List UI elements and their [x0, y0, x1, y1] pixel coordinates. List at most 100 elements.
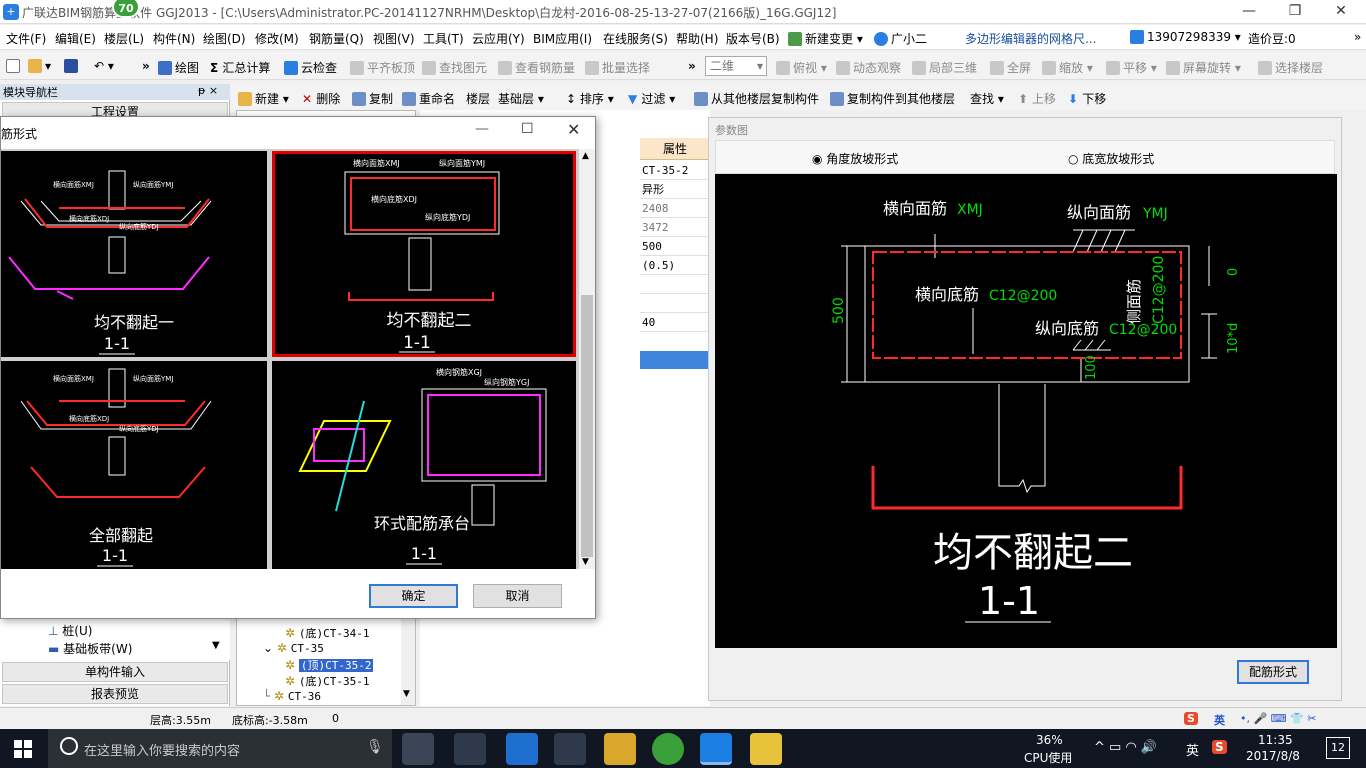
- dialog-scrollbar[interactable]: ▲ ▼: [579, 149, 595, 569]
- save-icon[interactable]: [64, 59, 81, 73]
- rename-button[interactable]: 重命名: [402, 90, 455, 107]
- menu-help[interactable]: 帮助(H): [676, 30, 718, 47]
- minimize-button[interactable]: —: [1226, 0, 1272, 24]
- menu-edit[interactable]: 编辑(E): [55, 30, 96, 47]
- prop-cover[interactable]: 40: [640, 313, 710, 332]
- new-file-icon[interactable]: [6, 59, 23, 73]
- cancel-button[interactable]: 取消: [473, 584, 562, 608]
- find-element-button[interactable]: 查找图元: [422, 59, 487, 76]
- option-cell-2-selected[interactable]: 横向面筋XMJ 纵向面筋YMJ 横向底筋XDJ 纵向底筋YDJ 均不翻起二 1-…: [272, 151, 576, 357]
- clock-time[interactable]: 11:35: [1258, 733, 1293, 747]
- prop-name[interactable]: CT-35-2: [640, 161, 710, 180]
- menu-rebar[interactable]: 钢筋量(Q): [309, 30, 364, 47]
- close-button[interactable]: ✕: [1318, 0, 1364, 24]
- tray-sogou-icon[interactable]: S: [1212, 740, 1227, 754]
- ime-tools-icon[interactable]: •, 🎤 ⌨ 👕 ✂: [1240, 712, 1316, 725]
- single-component-input-button[interactable]: 单构件输入: [2, 662, 228, 682]
- cloud-check-button[interactable]: 云检查: [284, 59, 337, 76]
- more-chevron-icon[interactable]: »: [1354, 30, 1361, 44]
- batch-select-button[interactable]: 批量选择: [585, 59, 650, 76]
- view-mode-select[interactable]: 二维 ▾: [705, 56, 767, 76]
- tree-scrollbar[interactable]: ▼: [401, 611, 415, 705]
- rebar-form-button[interactable]: 配筋形式: [1237, 660, 1309, 684]
- ok-button[interactable]: 确定: [369, 584, 458, 608]
- menu-assistant[interactable]: 广小二: [874, 30, 927, 47]
- menu-online[interactable]: 在线服务(S): [603, 30, 668, 47]
- tree-item-ct36[interactable]: └ ✲ CT-36: [263, 689, 321, 703]
- ad-link[interactable]: 多边形编辑器的网格尺...: [965, 30, 1096, 47]
- delete-button[interactable]: ✕ 删除: [302, 90, 340, 107]
- fullscreen-button[interactable]: 全屏: [990, 59, 1031, 76]
- open-folder-icon[interactable]: ▾: [28, 59, 51, 73]
- find-button[interactable]: 查找 ▾: [970, 90, 1004, 107]
- toolbar-overflow-icon-2[interactable]: »: [688, 59, 696, 73]
- new-component-button[interactable]: 新建 ▾: [238, 90, 289, 107]
- option-cell-4[interactable]: 横向钢筋XGJ 纵向钢筋YGJ 环式配筋承台 1-1: [272, 361, 576, 569]
- menu-view[interactable]: 视图(V): [373, 30, 415, 47]
- clock-date[interactable]: 2017/8/8: [1246, 749, 1300, 763]
- scroll-down-icon[interactable]: ▼: [403, 689, 410, 699]
- option-cell-1[interactable]: 横向面筋XMJ 纵向面筋YMJ 横向底筋XDJ 纵向底筋YDJ 均不翻起一 1-…: [1, 151, 267, 357]
- tray-icons[interactable]: ^ ▭ ◠ 🔊: [1094, 740, 1157, 755]
- menu-floor[interactable]: 楼层(L): [104, 30, 144, 47]
- undo-icon[interactable]: ↶ ▾: [94, 59, 114, 73]
- toolbar-overflow-icon[interactable]: »: [142, 59, 150, 73]
- align-slab-top-button[interactable]: 平齐板顶: [350, 59, 415, 76]
- dialog-maximize-icon[interactable]: ☐: [521, 121, 534, 137]
- prop-selected-row[interactable]: [640, 351, 710, 369]
- sogou-ime-icon[interactable]: S: [1184, 712, 1198, 725]
- dialog-minimize-icon[interactable]: —: [475, 121, 489, 137]
- menu-draw[interactable]: 绘图(D): [203, 30, 246, 47]
- scroll-up-icon[interactable]: ▲: [582, 151, 589, 161]
- prop-offset[interactable]: (0.5): [640, 256, 710, 275]
- microphone-icon[interactable]: 🎙: [366, 739, 384, 755]
- phone-account[interactable]: 13907298339 ▾: [1130, 30, 1241, 44]
- store-icon[interactable]: [554, 733, 586, 765]
- pan-button[interactable]: 平移 ▾: [1106, 59, 1157, 76]
- draw-button[interactable]: 绘图: [158, 59, 199, 76]
- menu-bim[interactable]: BIM应用(I): [533, 30, 592, 47]
- taskbar-search-box[interactable]: 在这里输入你要搜索的内容 🎙: [48, 729, 392, 768]
- app-green-icon[interactable]: [652, 733, 684, 765]
- glodon-app-icon[interactable]: [700, 733, 732, 765]
- floor-select[interactable]: 基础层 ▾: [498, 90, 544, 107]
- menu-cloud[interactable]: 云应用(Y): [472, 30, 525, 47]
- scroll-down-icon[interactable]: ▼: [582, 557, 589, 567]
- scroll-thumb[interactable]: [581, 295, 593, 557]
- scroll-down-icon[interactable]: ▼: [212, 640, 220, 651]
- tree-item-ct35-1[interactable]: ✲ (底)CT-35-1: [285, 673, 369, 689]
- task-view-icon[interactable]: [402, 733, 434, 765]
- screen-rotate-button[interactable]: 屏幕旋转 ▾: [1166, 59, 1241, 76]
- move-down-button[interactable]: ⬇ 下移: [1068, 90, 1106, 107]
- tree-item-ct34-1[interactable]: ✲ (底)CT-34-1: [285, 625, 369, 641]
- tray-ime[interactable]: 英: [1186, 740, 1199, 759]
- local-3d-button[interactable]: 局部三维: [912, 59, 977, 76]
- radio-width-slope[interactable]: ○ 底宽放坡形式: [1068, 150, 1154, 167]
- edge-icon[interactable]: [506, 733, 538, 765]
- prop-empty-2[interactable]: [640, 294, 710, 313]
- sort-button[interactable]: ↕ 排序 ▾: [566, 90, 614, 107]
- radio-angle-slope[interactable]: ◉ 角度放坡形式: [812, 150, 898, 167]
- prop-shape[interactable]: 异形: [640, 180, 710, 199]
- top-view-button[interactable]: 俯视 ▾: [776, 59, 827, 76]
- select-floor-button[interactable]: 选择楼层: [1258, 59, 1323, 76]
- copy-button[interactable]: 复制: [352, 90, 393, 107]
- copy-from-floor-button[interactable]: 从其他楼层复制构件: [694, 90, 819, 107]
- restore-button[interactable]: ❐: [1272, 0, 1318, 24]
- notification-center-icon[interactable]: 12: [1326, 737, 1350, 759]
- tree-item-ct35[interactable]: ⌄ ✲ CT-35: [263, 641, 324, 655]
- menu-version[interactable]: 版本号(B): [726, 30, 780, 47]
- copy-to-floor-button[interactable]: 复制构件到其他楼层: [830, 90, 955, 107]
- tree-item-ct35-2-selected[interactable]: ✲ (顶)CT-35-2: [285, 657, 374, 673]
- option-cell-3[interactable]: 横向面筋XMJ 纵向面筋YMJ 横向底筋XDJ 纵向底筋YDJ 全部翻起 1-1: [1, 361, 267, 569]
- menu-modify[interactable]: 修改(M): [255, 30, 299, 47]
- menu-file[interactable]: 文件(F): [6, 30, 46, 47]
- prop-height[interactable]: 500: [640, 237, 710, 256]
- menu-component[interactable]: 构件(N): [153, 30, 195, 47]
- nav-item-pile[interactable]: ⊥ 桩(U): [48, 622, 92, 639]
- report-preview-button[interactable]: 报表预览: [2, 684, 228, 704]
- pin-close-icon[interactable]: ᵽ ×: [198, 84, 218, 97]
- view-rebar-button[interactable]: 查看钢筋量: [498, 59, 575, 76]
- ime-mode[interactable]: 英: [1214, 712, 1225, 728]
- dialog-close-icon[interactable]: ✕: [567, 120, 580, 139]
